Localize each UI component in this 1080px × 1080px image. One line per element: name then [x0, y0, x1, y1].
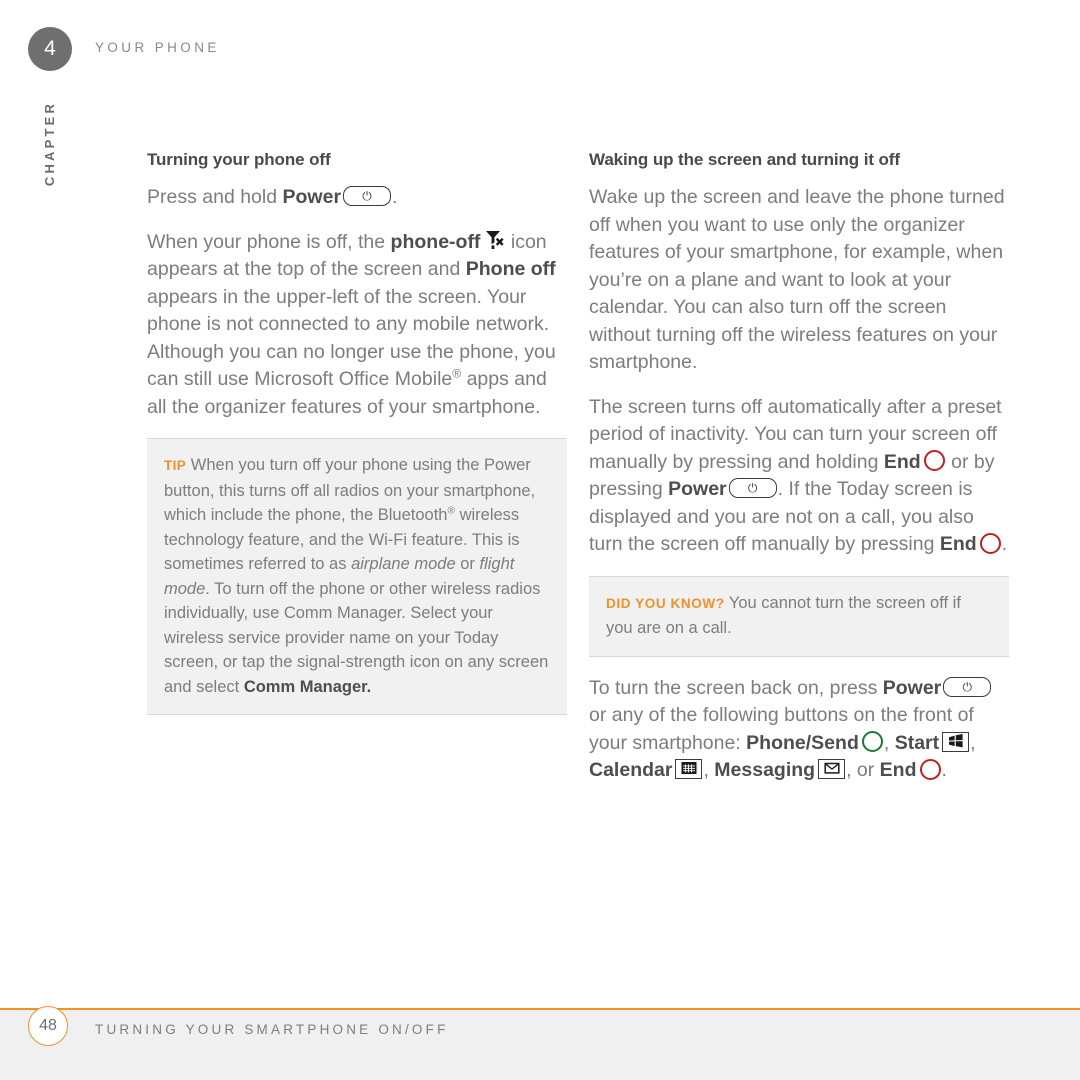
power-button-icon	[728, 478, 777, 499]
text-fragment: When your phone is off, the	[147, 230, 391, 253]
text-fragment: , or	[846, 759, 880, 781]
right-column: Waking up the screen and turning it off …	[589, 150, 1009, 802]
right-paragraph-1: Wake up the screen and leave the phone t…	[589, 186, 1005, 373]
running-head: YOUR PHONE	[95, 40, 220, 55]
right-section-title: Waking up the screen and turning it off	[589, 150, 900, 169]
text-fragment: .	[392, 186, 398, 208]
calendar-label: Calendar	[589, 759, 673, 781]
chapter-number-badge: 4	[28, 27, 72, 71]
phone-send-button-icon	[861, 731, 883, 753]
phone-send-label: Phone/Send	[746, 731, 859, 754]
end-button-icon	[979, 532, 1001, 554]
power-button-icon	[943, 676, 992, 697]
right-paragraph-2: The screen turns off automatically after…	[589, 394, 1009, 559]
calendar-button-icon	[675, 759, 703, 780]
text-fragment: or	[455, 555, 480, 573]
airplane-mode-term: airplane mode	[351, 555, 456, 573]
power-label: Power	[882, 676, 942, 699]
did-you-know-callout: DID YOU KNOW? You cannot turn the screen…	[589, 575, 1009, 657]
did-you-know-label: DID YOU KNOW?	[606, 595, 725, 611]
power-label: Power	[282, 186, 342, 208]
chapter-vertical-label: CHAPTER	[31, 88, 69, 198]
text-fragment: .	[941, 759, 947, 781]
power-label: Power	[668, 478, 727, 500]
phone-off-signal-icon	[483, 229, 505, 251]
footer-band	[0, 1008, 1080, 1080]
tip-label: TIP	[164, 458, 187, 473]
messaging-label: Messaging	[714, 759, 816, 781]
left-paragraph-2: When your phone is off, the phone-off ic…	[147, 229, 567, 422]
text-fragment: To turn the screen back on, press	[589, 676, 883, 699]
text-fragment: ,	[703, 759, 715, 781]
start-button-icon	[942, 731, 970, 752]
tip-text: TIP When you turn off your phone using t…	[164, 453, 550, 699]
end-button-icon	[919, 758, 941, 780]
registered-mark: ®	[447, 505, 455, 517]
comm-manager-label: Comm Manager.	[243, 677, 372, 696]
did-you-know-text: DID YOU KNOW? You cannot turn the screen…	[606, 591, 992, 641]
registered-mark: ®	[452, 366, 462, 381]
text-fragment: ,	[970, 731, 976, 754]
chapter-vertical-text: CHAPTER	[42, 100, 58, 186]
power-button-icon	[343, 186, 392, 207]
end-label: End	[939, 533, 977, 555]
left-section-title: Turning your phone off	[147, 150, 331, 169]
phone-off-status-label: Phone off	[465, 258, 556, 280]
left-paragraph-1: Press and hold Power.	[147, 184, 567, 212]
page-number: 48	[39, 1017, 57, 1034]
end-button-icon	[923, 450, 945, 472]
end-label: End	[883, 450, 921, 473]
footer-title: TURNING YOUR SMARTPHONE ON/OFF	[95, 1022, 449, 1037]
right-paragraph-3: To turn the screen back on, press Power …	[589, 675, 1009, 785]
messaging-button-icon	[818, 759, 846, 780]
phone-off-label: phone-off	[390, 230, 481, 253]
text-fragment: .	[1001, 533, 1008, 555]
chapter-number: 4	[44, 37, 56, 60]
start-label: Start	[894, 731, 940, 754]
page-number-badge: 48	[28, 1006, 68, 1046]
end-label: End	[879, 759, 917, 781]
left-column: Turning your phone off Press and hold Po…	[147, 150, 567, 733]
text-fragment: ,	[883, 731, 895, 754]
tip-callout: TIP When you turn off your phone using t…	[147, 438, 567, 715]
text-fragment: Press and hold	[147, 186, 283, 208]
